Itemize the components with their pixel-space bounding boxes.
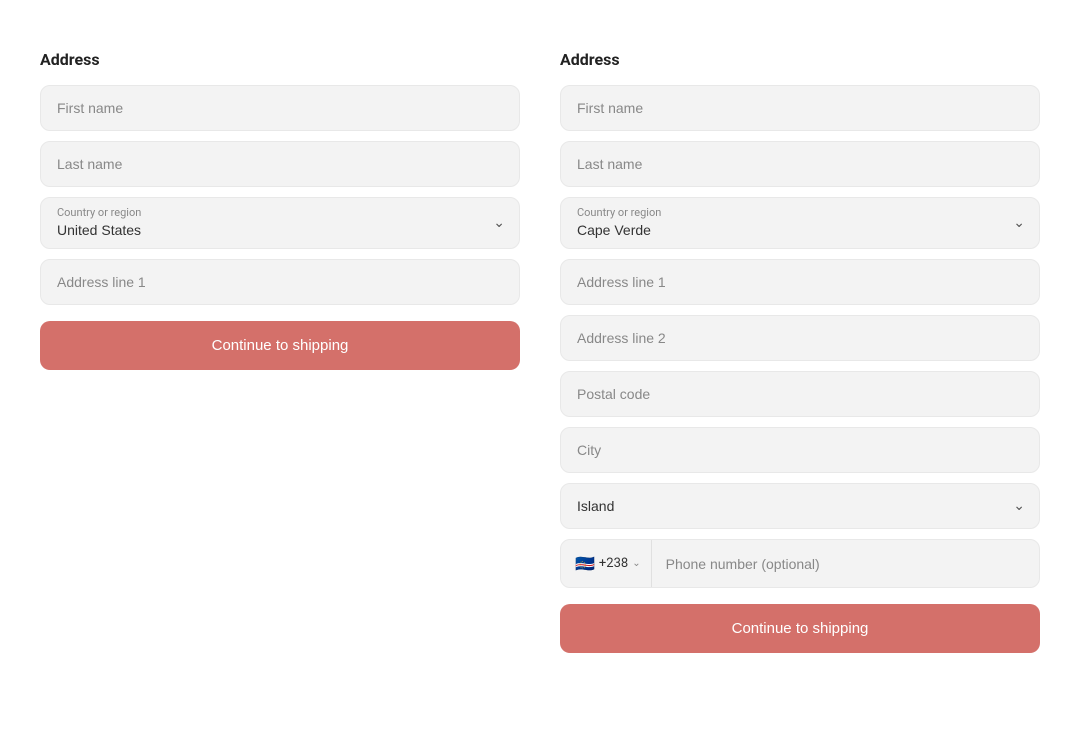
right-phone-chevron-icon: ⌄ (632, 558, 640, 569)
left-address-input[interactable] (40, 259, 520, 305)
left-panel-title: Address (40, 50, 520, 69)
right-country-select[interactable]: Cape Verde (561, 198, 1039, 248)
left-continue-button[interactable]: Continue to shipping (40, 321, 520, 370)
right-address2-input[interactable] (560, 315, 1040, 361)
right-postal-input[interactable] (560, 371, 1040, 417)
left-country-select[interactable]: United States (41, 198, 519, 248)
right-phone-code: +238 (599, 556, 628, 571)
right-phone-country-selector[interactable]: 🇨🇻 +238 ⌄ (561, 540, 652, 587)
right-island-select[interactable]: Island (561, 484, 1039, 528)
page-container: Address Country or region United States … (20, 30, 1060, 673)
right-panel-title: Address (560, 50, 1040, 69)
right-continue-button[interactable]: Continue to shipping (560, 604, 1040, 653)
right-last-name-input[interactable] (560, 141, 1040, 187)
right-country-select-wrapper: Country or region Cape Verde ⌄ (560, 197, 1040, 249)
left-last-name-input[interactable] (40, 141, 520, 187)
left-panel: Address Country or region United States … (40, 30, 520, 673)
right-field-group: Country or region Cape Verde ⌄ Island ⌄ … (560, 85, 1040, 653)
right-phone-row: 🇨🇻 +238 ⌄ (560, 539, 1040, 588)
right-city-input[interactable] (560, 427, 1040, 473)
left-field-group: Country or region United States ⌄ Contin… (40, 85, 520, 370)
right-panel: Address Country or region Cape Verde ⌄ I… (560, 30, 1040, 673)
left-first-name-input[interactable] (40, 85, 520, 131)
cape-verde-flag-icon: 🇨🇻 (575, 554, 595, 573)
right-phone-input[interactable] (652, 542, 1039, 586)
right-first-name-input[interactable] (560, 85, 1040, 131)
right-address1-input[interactable] (560, 259, 1040, 305)
left-country-select-wrapper: Country or region United States ⌄ (40, 197, 520, 249)
right-island-select-wrapper: Island ⌄ (560, 483, 1040, 529)
